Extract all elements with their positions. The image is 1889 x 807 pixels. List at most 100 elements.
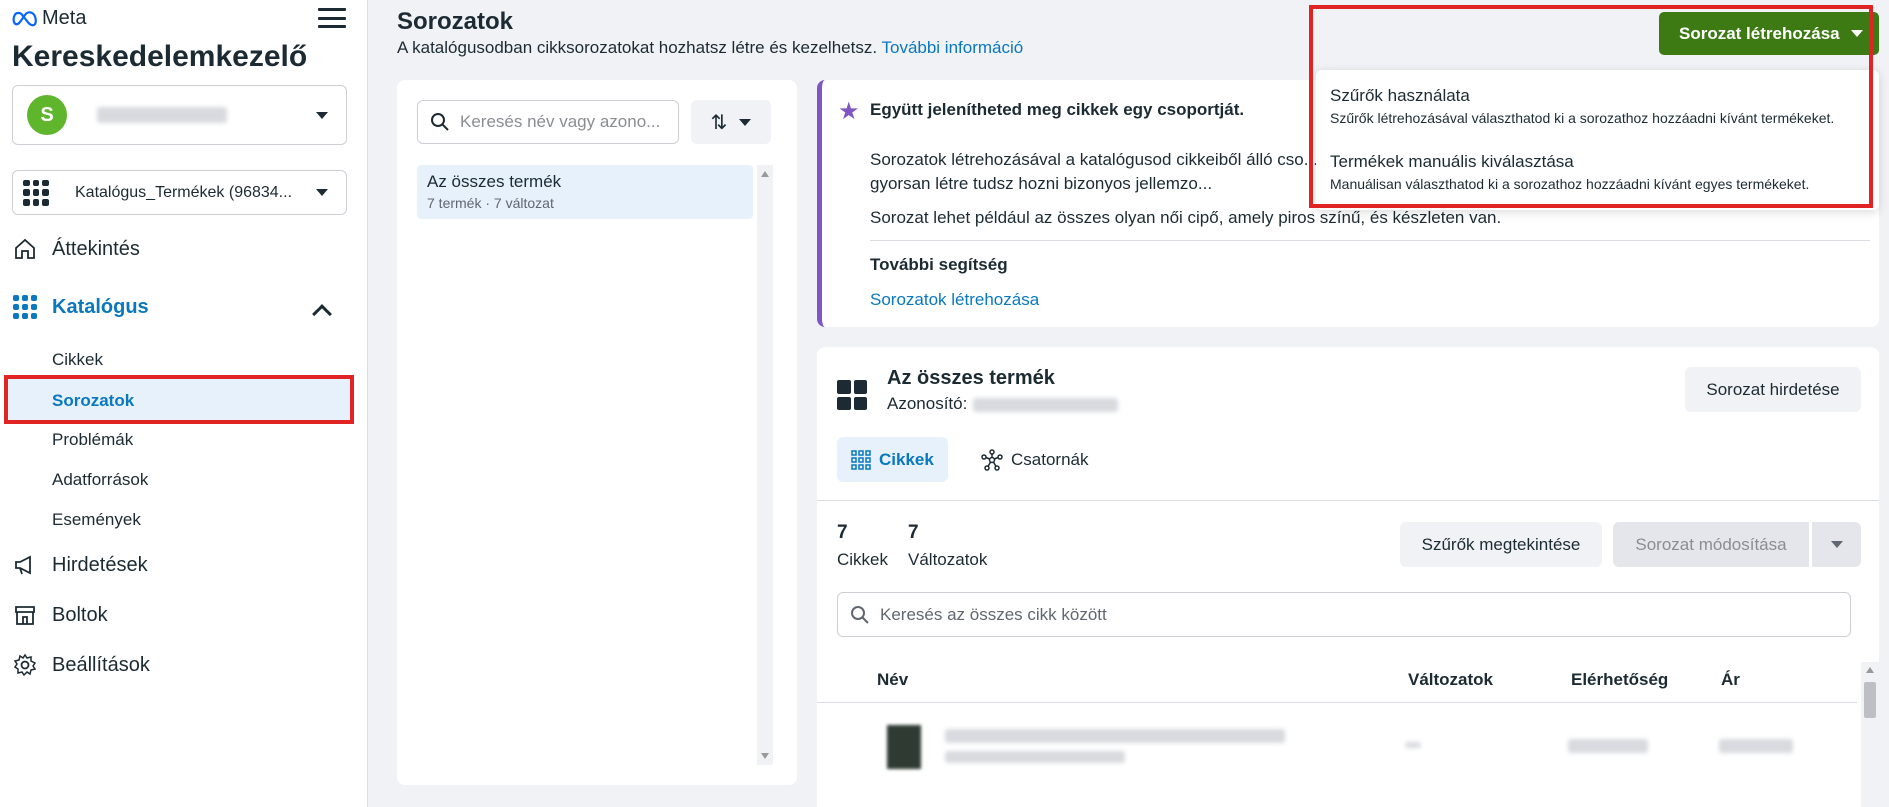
sort-button[interactable]: ⇅ [691,100,771,144]
item-search-input[interactable] [880,604,1780,625]
sort-icon: ⇅ [710,111,728,134]
page-subtitle: A katalógusodban cikksorozatokat hozhats… [397,38,1023,58]
list-item[interactable]: Az összes termék 7 termék · 7 változat [417,165,753,219]
list-item-title: Az összes termék [427,172,562,191]
product-price-redacted [1719,739,1793,753]
catalog-selector[interactable]: Katalógus_Termékek (96834... [12,170,347,215]
menu-item-use-filters[interactable]: Szűrők használata Szűrők létrehozásával … [1330,86,1834,126]
stat-items-count: 7 [837,522,848,543]
tab-items-label: Cikkek [879,449,934,469]
gear-icon [12,652,38,678]
stat-variants-label: Változatok [908,550,988,569]
chevron-down-icon [316,189,328,196]
item-search[interactable] [837,592,1851,637]
menu-icon[interactable] [318,6,346,30]
column-header-variants[interactable]: Változatok [1408,670,1493,690]
menu-item-title: Termékek manuális kiválasztása [1330,152,1574,171]
nav-shops-label: Boltok [52,603,108,626]
create-set-button-label: Sorozat létrehozása [1679,23,1840,43]
app-title: Kereskedelemkezelő [12,40,308,73]
nav-catalog[interactable]: Katalógus [12,294,149,320]
sidebar-item-problemak[interactable]: Problémák [52,430,133,450]
set-search[interactable] [417,100,679,144]
page-subtitle-text: A katalógusodban cikksorozatokat hozhats… [397,38,878,57]
set-id-redacted [973,397,1119,412]
divider [817,702,1857,703]
info-help-title: További segítség [870,255,1008,274]
set-grid-icon [837,380,867,410]
network-icon [981,448,1003,471]
shop-icon [12,602,38,628]
tab-channels-label: Csatornák [1011,449,1089,469]
view-filters-button[interactable]: Szűrők megtekintése [1400,522,1602,567]
account-avatar: S [27,95,67,135]
search-icon [431,113,449,131]
sidebar-item-adatforrasok[interactable]: Adatforrások [52,470,148,490]
list-scrollbar[interactable] [757,165,773,765]
set-list-panel: ⇅ Az összes termék 7 termék · 7 változat [397,80,797,785]
product-id-redacted [945,751,1125,763]
divider [870,240,1870,241]
catalog-grid-icon [23,179,49,206]
info-paragraph-2: Sorozat lehet például az összes olyan nő… [870,208,1502,227]
chevron-down-icon [1851,30,1863,37]
nav-ads-label: Hirdetések [52,553,148,576]
star-icon: ★ [838,98,860,125]
nav-settings-label: Beállítások [52,653,150,676]
chevron-down-icon [316,111,328,119]
chevron-up-icon[interactable] [312,304,332,324]
meta-logo-text: Meta [42,7,87,29]
account-selector[interactable]: S [12,85,347,145]
chevron-down-icon [1830,541,1843,548]
column-header-price[interactable]: Ár [1721,670,1740,690]
tab-items[interactable]: Cikkek [837,437,948,482]
column-header-availability[interactable]: Elérhetőség [1571,670,1668,690]
advertise-set-button[interactable]: Sorozat hirdetése [1685,367,1861,412]
list-item-meta: 7 termék · 7 változat [427,195,554,211]
create-set-menu: Szűrők használata Szűrők létrehozásával … [1316,70,1879,210]
more-info-link[interactable]: További információ [881,38,1023,57]
nav-shops[interactable]: Boltok [12,602,108,628]
sidebar-item-sorozatok-label: Sorozatok [52,391,135,410]
megaphone-icon [12,552,38,578]
set-id: Azonosító: [887,394,1119,414]
menu-item-title: Szűrők használata [1330,86,1470,105]
stat-variants-count: 7 [908,522,919,543]
sidebar: Meta Kereskedelemkezelő S Katalógus_Term… [0,0,368,807]
create-sets-help-link[interactable]: Sorozatok létrehozása [870,290,1039,310]
catalog-grid-icon [12,294,38,320]
catalog-selector-label: Katalógus_Termékek (96834... [75,183,293,201]
product-availability-redacted [1568,739,1648,753]
menu-item-desc: Manuálisan választhatod ki a sorozathoz … [1330,176,1810,192]
search-icon [851,605,869,624]
meta-logo[interactable]: Meta [12,7,86,30]
stat-items-label: Cikkek [837,550,889,569]
stat-variants: 7 Változatok [908,522,987,570]
product-variants-redacted [1405,742,1421,748]
tab-channels[interactable]: Csatornák [967,437,1102,482]
column-header-name[interactable]: Név [877,670,908,690]
nav-overview[interactable]: Áttekintés [12,236,140,262]
grid-icon [851,449,871,470]
stat-items: 7 Cikkek [837,522,888,570]
meta-infinity-icon [12,10,37,26]
modify-set-dropdown[interactable] [1812,522,1861,567]
menu-item-manual-select[interactable]: Termékek manuális kiválasztása Manuálisa… [1330,152,1809,192]
product-name-redacted[interactable] [945,729,1285,743]
sidebar-item-sorozatok[interactable]: Sorozatok [4,375,354,424]
table-scrollbar[interactable] [1861,662,1879,807]
set-detail-card: Az összes termék Azonosító: Sorozat hird… [817,347,1879,807]
create-set-button[interactable]: Sorozat létrehozása [1659,12,1879,55]
sidebar-item-esemenyek[interactable]: Események [52,510,141,530]
sidebar-item-cikkek[interactable]: Cikkek [52,350,103,370]
info-title: Együtt jelenítheted meg cikkek egy csopo… [870,100,1245,119]
nav-ads[interactable]: Hirdetések [12,552,148,578]
product-thumbnail[interactable] [887,725,921,769]
set-search-input[interactable] [460,112,660,132]
divider [817,500,1879,501]
nav-settings[interactable]: Beállítások [12,652,150,678]
page-title: Sorozatok [397,8,514,35]
modify-set-button: Sorozat módosítása [1613,522,1809,567]
chevron-down-icon [739,118,752,126]
account-name-redacted [97,107,227,123]
